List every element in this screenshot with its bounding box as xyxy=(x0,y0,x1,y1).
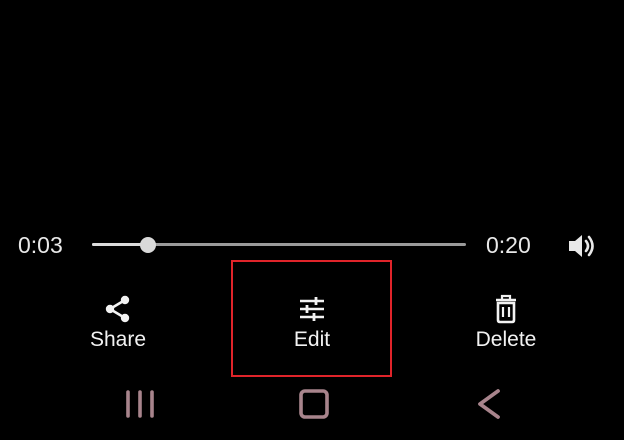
edit-button[interactable]: Edit xyxy=(252,292,372,364)
back-button[interactable] xyxy=(468,386,508,422)
recents-icon xyxy=(126,390,154,418)
trash-icon xyxy=(496,294,516,324)
back-icon xyxy=(478,389,500,419)
video-area[interactable] xyxy=(0,0,624,220)
edit-label: Edit xyxy=(293,328,331,351)
delete-label: Delete xyxy=(475,328,537,351)
share-button[interactable]: Share xyxy=(58,292,178,364)
home-icon xyxy=(299,389,329,419)
volume-icon xyxy=(569,235,594,257)
share-icon xyxy=(105,295,130,323)
navigation-bar xyxy=(0,382,624,426)
home-button[interactable] xyxy=(294,386,334,422)
seek-thumb[interactable] xyxy=(140,237,157,253)
seek-bar[interactable] xyxy=(92,237,466,253)
current-time: 0:03 xyxy=(18,232,63,258)
delete-button[interactable]: Delete xyxy=(446,292,566,364)
volume-button[interactable] xyxy=(566,231,598,261)
total-time: 0:20 xyxy=(486,232,531,258)
share-label: Share xyxy=(89,328,147,351)
recents-button[interactable] xyxy=(120,386,160,422)
sliders-icon xyxy=(300,297,324,321)
